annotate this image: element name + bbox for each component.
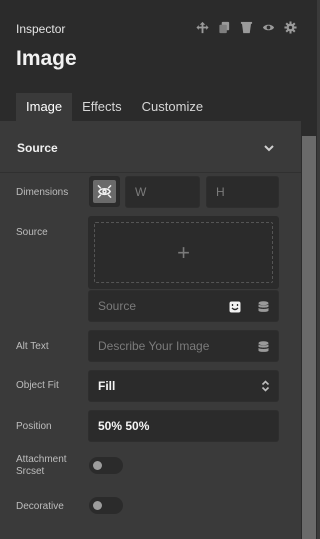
- attachment-srcset-label-line2: Srcset: [16, 466, 45, 477]
- move-icon[interactable]: [195, 20, 209, 34]
- copy-icon[interactable]: [217, 20, 231, 34]
- alt-text-placeholder: Describe Your Image: [98, 339, 210, 353]
- scrollbar-thumb[interactable]: [302, 136, 316, 539]
- height-input[interactable]: H: [206, 176, 279, 208]
- decorative-toggle[interactable]: [89, 497, 123, 514]
- width-input[interactable]: W: [125, 176, 200, 208]
- position-value: 50% 50%: [98, 419, 150, 433]
- inspector-tabs: Image Effects Customize: [16, 93, 213, 121]
- inspector-title: Inspector: [16, 22, 66, 36]
- section-title: Source: [17, 141, 58, 155]
- add-image-icon[interactable]: +: [177, 241, 190, 264]
- auto-size-icon: [93, 180, 116, 203]
- image-drop-zone[interactable]: +: [88, 216, 279, 289]
- source-input[interactable]: Source: [88, 290, 279, 322]
- delete-icon[interactable]: [239, 20, 253, 34]
- position-label: Position: [16, 421, 52, 432]
- tab-image[interactable]: Image: [16, 93, 73, 121]
- width-placeholder: W: [135, 185, 147, 199]
- alt-text-input[interactable]: Describe Your Image: [88, 330, 279, 362]
- database-icon[interactable]: [258, 340, 269, 352]
- drop-zone-border: +: [94, 222, 273, 283]
- tab-effects[interactable]: Effects: [72, 93, 132, 121]
- attachment-srcset-label: Attachment Srcset: [16, 454, 67, 478]
- toggle-knob: [93, 501, 102, 510]
- height-placeholder: H: [216, 185, 225, 199]
- decorative-label: Decorative: [16, 501, 64, 512]
- inspector-header: Inspector Image Image Effects Customize: [0, 0, 317, 121]
- source-placeholder: Source: [98, 299, 137, 313]
- tab-customize[interactable]: Customize: [132, 93, 213, 121]
- element-title: Image: [16, 47, 77, 70]
- position-input[interactable]: 50% 50%: [88, 410, 279, 442]
- database-icon[interactable]: [258, 300, 269, 312]
- object-fit-label: Object Fit: [16, 380, 59, 391]
- chevron-up-down-icon: [261, 380, 270, 393]
- header-toolbar: [195, 20, 297, 34]
- gear-icon[interactable]: [283, 20, 297, 34]
- source-label: Source: [16, 227, 48, 238]
- attachment-srcset-label-line1: Attachment: [16, 454, 67, 465]
- object-fit-value: Fill: [98, 379, 116, 393]
- eye-icon[interactable]: [261, 20, 275, 34]
- alt-text-label: Alt Text: [16, 341, 49, 352]
- attachment-srcset-toggle[interactable]: [89, 457, 123, 474]
- toggle-knob: [93, 461, 102, 470]
- chevron-down-icon[interactable]: [263, 141, 275, 153]
- object-fit-select[interactable]: Fill: [88, 370, 279, 402]
- dynamic-data-icon[interactable]: [229, 300, 241, 313]
- dimensions-label: Dimensions: [16, 187, 69, 198]
- source-section-header[interactable]: Source: [0, 121, 301, 173]
- dimensions-mode-toggle[interactable]: [89, 176, 120, 207]
